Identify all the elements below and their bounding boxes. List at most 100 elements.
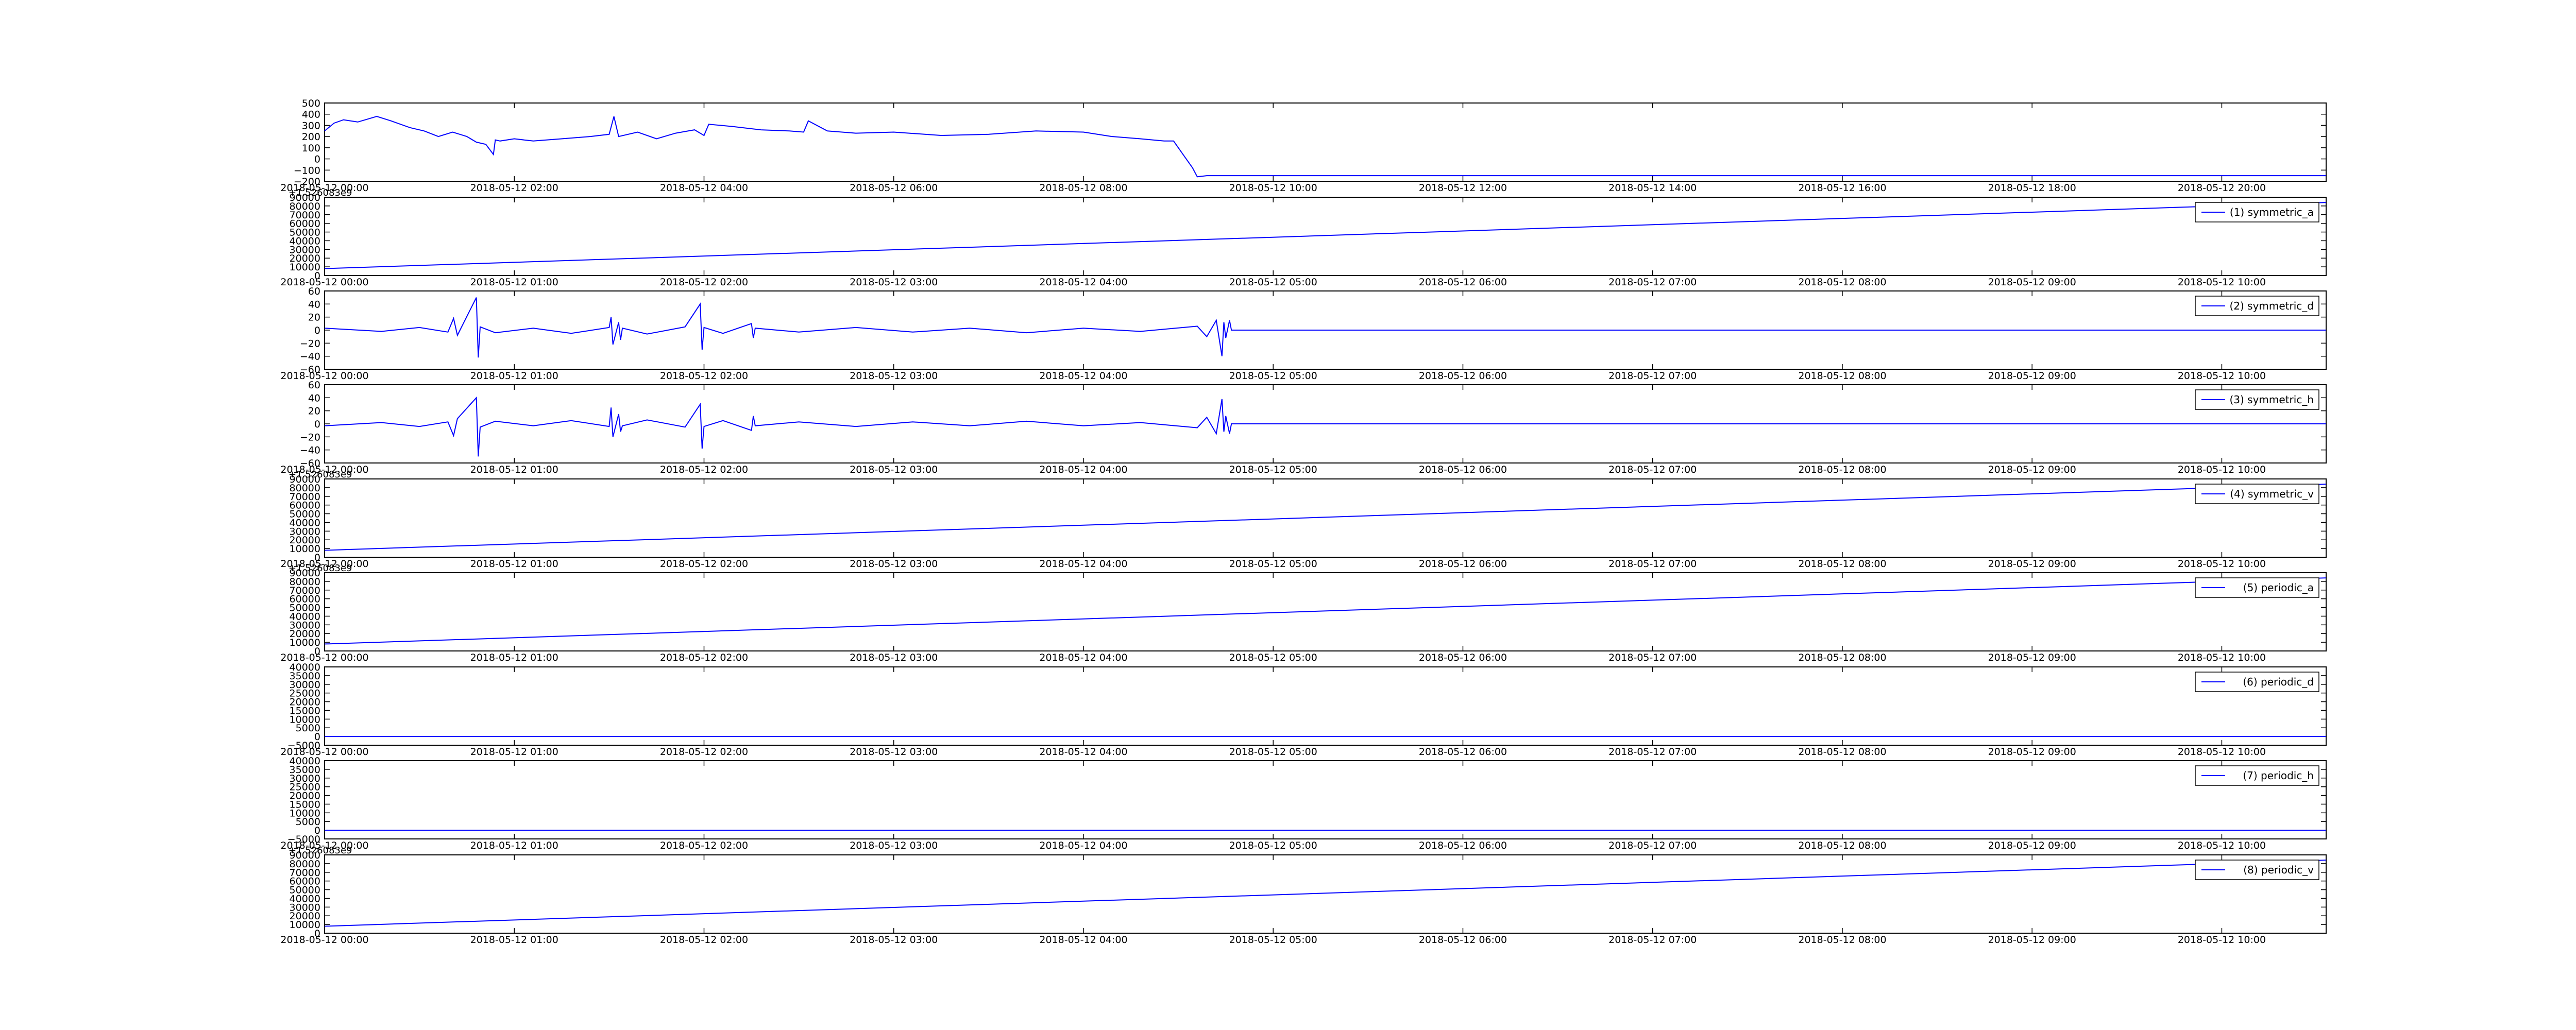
x-tick-label: 2018-05-12 01:00 xyxy=(470,464,558,475)
y-tick-label: 400 xyxy=(302,109,320,121)
x-tick-label: 2018-05-12 02:00 xyxy=(660,370,748,382)
x-tick-label: 2018-05-12 08:00 xyxy=(1798,934,1886,946)
x-tick-label: 2018-05-12 02:00 xyxy=(660,746,748,758)
axes-frame xyxy=(324,760,2327,839)
x-tick-label: 2018-05-12 02:00 xyxy=(470,182,558,194)
y-offset-text: +1.526083e9 xyxy=(289,469,352,480)
x-tick-label: 2018-05-12 20:00 xyxy=(2178,182,2266,194)
legend: (4) symmetric_v xyxy=(2195,484,2319,504)
x-tick-label: 2018-05-12 08:00 xyxy=(1039,182,1127,194)
x-tick-label: 2018-05-12 00:00 xyxy=(280,370,368,382)
x-tick-label: 2018-05-12 08:00 xyxy=(1798,277,1886,288)
x-tick-label: 2018-05-12 10:00 xyxy=(2178,746,2266,758)
x-tick-label: 2018-05-12 14:00 xyxy=(1608,182,1697,194)
x-tick-label: 2018-05-12 03:00 xyxy=(850,558,938,570)
x-tick-label: 2018-05-12 05:00 xyxy=(1229,464,1317,475)
x-tick-label: 2018-05-12 02:00 xyxy=(660,652,748,663)
x-tick-label: 2018-05-12 05:00 xyxy=(1229,746,1317,758)
x-tick-label: 2018-05-12 08:00 xyxy=(1798,840,1886,851)
x-tick-label: 2018-05-12 06:00 xyxy=(1419,934,1507,946)
y-offset-text: +1.526083e9 xyxy=(289,187,352,198)
x-tick-label: 2018-05-12 18:00 xyxy=(1988,182,2076,194)
legend-label: (4) symmetric_v xyxy=(2230,488,2314,500)
legend: (6) periodic_d xyxy=(2195,672,2319,692)
y-tick-label: −40 xyxy=(300,351,320,363)
x-tick-label: 2018-05-12 03:00 xyxy=(850,840,938,851)
series-line xyxy=(324,297,2326,358)
x-tick-label: 2018-05-12 07:00 xyxy=(1608,558,1697,570)
legend: (1) symmetric_a xyxy=(2195,202,2319,222)
y-tick-label: 40 xyxy=(308,392,320,404)
x-tick-label: 2018-05-12 01:00 xyxy=(470,558,558,570)
legend: (2) symmetric_d xyxy=(2195,296,2319,316)
x-tick-label: 2018-05-12 10:00 xyxy=(2178,277,2266,288)
y-tick-label: 0 xyxy=(314,325,320,336)
x-tick-label: 2018-05-12 09:00 xyxy=(1988,277,2076,288)
x-tick-label: 2018-05-12 09:00 xyxy=(1988,746,2076,758)
x-tick-label: 2018-05-12 06:00 xyxy=(1419,652,1507,663)
x-tick-label: 2018-05-12 06:00 xyxy=(1419,464,1507,475)
x-tick-label: 2018-05-12 06:00 xyxy=(1419,558,1507,570)
series-line xyxy=(324,396,2326,457)
axes-frame xyxy=(324,666,2327,746)
y-tick-label: 100 xyxy=(302,143,320,154)
y-tick-label: −100 xyxy=(294,165,320,176)
y-tick-label: 60 xyxy=(308,380,320,391)
x-tick-label: 2018-05-12 01:00 xyxy=(470,370,558,382)
x-tick-label: 2018-05-12 03:00 xyxy=(850,652,938,663)
legend: (5) periodic_a xyxy=(2195,577,2319,598)
subplot-7: 4000035000300002500020000150001000050000… xyxy=(280,662,2327,758)
subplot-9: 9000080000700006000050000400003000020000… xyxy=(280,845,2327,946)
y-tick-label: 60 xyxy=(308,286,320,297)
x-tick-label: 2018-05-12 08:00 xyxy=(1798,652,1886,663)
x-tick-label: 2018-05-12 05:00 xyxy=(1229,370,1317,382)
axes-frame xyxy=(324,854,2327,934)
x-tick-label: 2018-05-12 04:00 xyxy=(1039,746,1127,758)
series-line xyxy=(324,116,2326,178)
legend-label: (6) periodic_d xyxy=(2243,676,2314,688)
x-tick-label: 2018-05-12 01:00 xyxy=(470,277,558,288)
legend-label: (7) periodic_h xyxy=(2243,769,2314,782)
x-tick-label: 2018-05-12 10:00 xyxy=(2178,464,2266,475)
y-tick-label: 20 xyxy=(308,312,320,323)
y-tick-label: 500 xyxy=(302,98,320,109)
x-tick-label: 2018-05-12 01:00 xyxy=(470,652,558,663)
x-tick-label: 2018-05-12 07:00 xyxy=(1608,370,1697,382)
x-tick-label: 2018-05-12 10:00 xyxy=(2178,652,2266,663)
x-tick-label: 2018-05-12 02:00 xyxy=(660,934,748,946)
x-tick-label: 2018-05-12 08:00 xyxy=(1798,464,1886,475)
y-tick-label: −20 xyxy=(300,338,320,349)
x-tick-label: 2018-05-12 06:00 xyxy=(1419,746,1507,758)
x-tick-label: 2018-05-12 03:00 xyxy=(850,370,938,382)
series-line xyxy=(324,202,2327,269)
x-tick-label: 2018-05-12 00:00 xyxy=(280,934,368,946)
x-tick-label: 2018-05-12 10:00 xyxy=(2178,558,2266,570)
x-tick-label: 2018-05-12 10:00 xyxy=(2178,934,2266,946)
subplot-1: 5004003002001000−100−2002018-05-12 00:00… xyxy=(280,98,2327,194)
x-tick-label: 2018-05-12 04:00 xyxy=(1039,464,1127,475)
x-tick-label: 2018-05-12 10:00 xyxy=(2178,370,2266,382)
subplot-3: 6040200−20−40−602018-05-12 00:00 2018-05-… xyxy=(280,286,2327,382)
x-tick-label: 2018-05-12 09:00 xyxy=(1988,464,2076,475)
x-tick-label: 2018-05-12 07:00 xyxy=(1608,277,1697,288)
x-tick-label: 2018-05-12 05:00 xyxy=(1229,277,1317,288)
x-tick-label: 2018-05-12 02:00 xyxy=(660,277,748,288)
x-tick-label: 2018-05-12 02:00 xyxy=(660,464,748,475)
x-tick-label: 2018-05-12 06:00 xyxy=(1419,370,1507,382)
x-tick-label: 2018-05-12 01:00 xyxy=(470,934,558,946)
x-tick-label: 2018-05-12 01:00 xyxy=(470,840,558,851)
legend-label: (8) periodic_v xyxy=(2243,864,2314,876)
x-tick-label: 2018-05-12 01:00 xyxy=(470,746,558,758)
x-tick-label: 2018-05-12 12:00 xyxy=(1419,182,1507,194)
series-line xyxy=(324,484,2327,551)
x-tick-label: 2018-05-12 04:00 xyxy=(1039,558,1127,570)
y-tick-label: 200 xyxy=(302,131,320,143)
x-tick-label: 2018-05-12 03:00 xyxy=(850,277,938,288)
x-tick-label: 2018-05-12 03:00 xyxy=(850,464,938,475)
subplot-5: 9000080000700006000050000400003000020000… xyxy=(280,469,2327,570)
x-tick-label: 2018-05-12 07:00 xyxy=(1608,840,1697,851)
y-offset-text: +1.526083e9 xyxy=(289,563,352,574)
x-tick-label: 2018-05-12 06:00 xyxy=(1419,840,1507,851)
y-tick-label: 300 xyxy=(302,120,320,131)
x-tick-label: 2018-05-12 09:00 xyxy=(1988,370,2076,382)
